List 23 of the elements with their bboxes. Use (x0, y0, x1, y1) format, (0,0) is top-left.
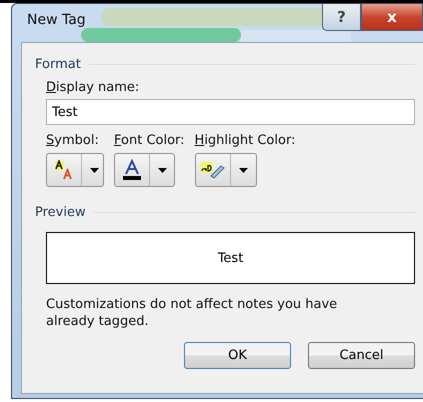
field-label: Display name: (46, 80, 140, 95)
info-text: Customizations do not affect notes you have already tagged. (46, 296, 338, 330)
group-label: Format (35, 57, 81, 72)
caret-icon (158, 168, 167, 172)
cancel-button[interactable]: Cancel (308, 342, 415, 369)
ok-button[interactable]: OK (184, 342, 291, 369)
caret-icon (238, 168, 248, 172)
split-button[interactable] (114, 153, 175, 187)
display-name-field[interactable]: Test (46, 99, 415, 125)
picker-label: Symbol: (46, 133, 100, 148)
picker-label: Font Color: (114, 133, 185, 148)
symbol-icon (54, 160, 74, 180)
picker-label: Highlight Color: (194, 133, 296, 148)
highlighter-icon (200, 161, 225, 179)
preview-text: Test (218, 250, 244, 266)
caret-icon (90, 168, 99, 172)
window-title: New Tag (27, 12, 86, 28)
group-label: Preview (35, 205, 86, 220)
close-button[interactable]: x (361, 4, 423, 31)
split-button[interactable] (194, 153, 257, 187)
split-button[interactable] (46, 153, 104, 187)
help-button[interactable]: ? (322, 4, 361, 31)
font-color-icon (121, 159, 143, 181)
